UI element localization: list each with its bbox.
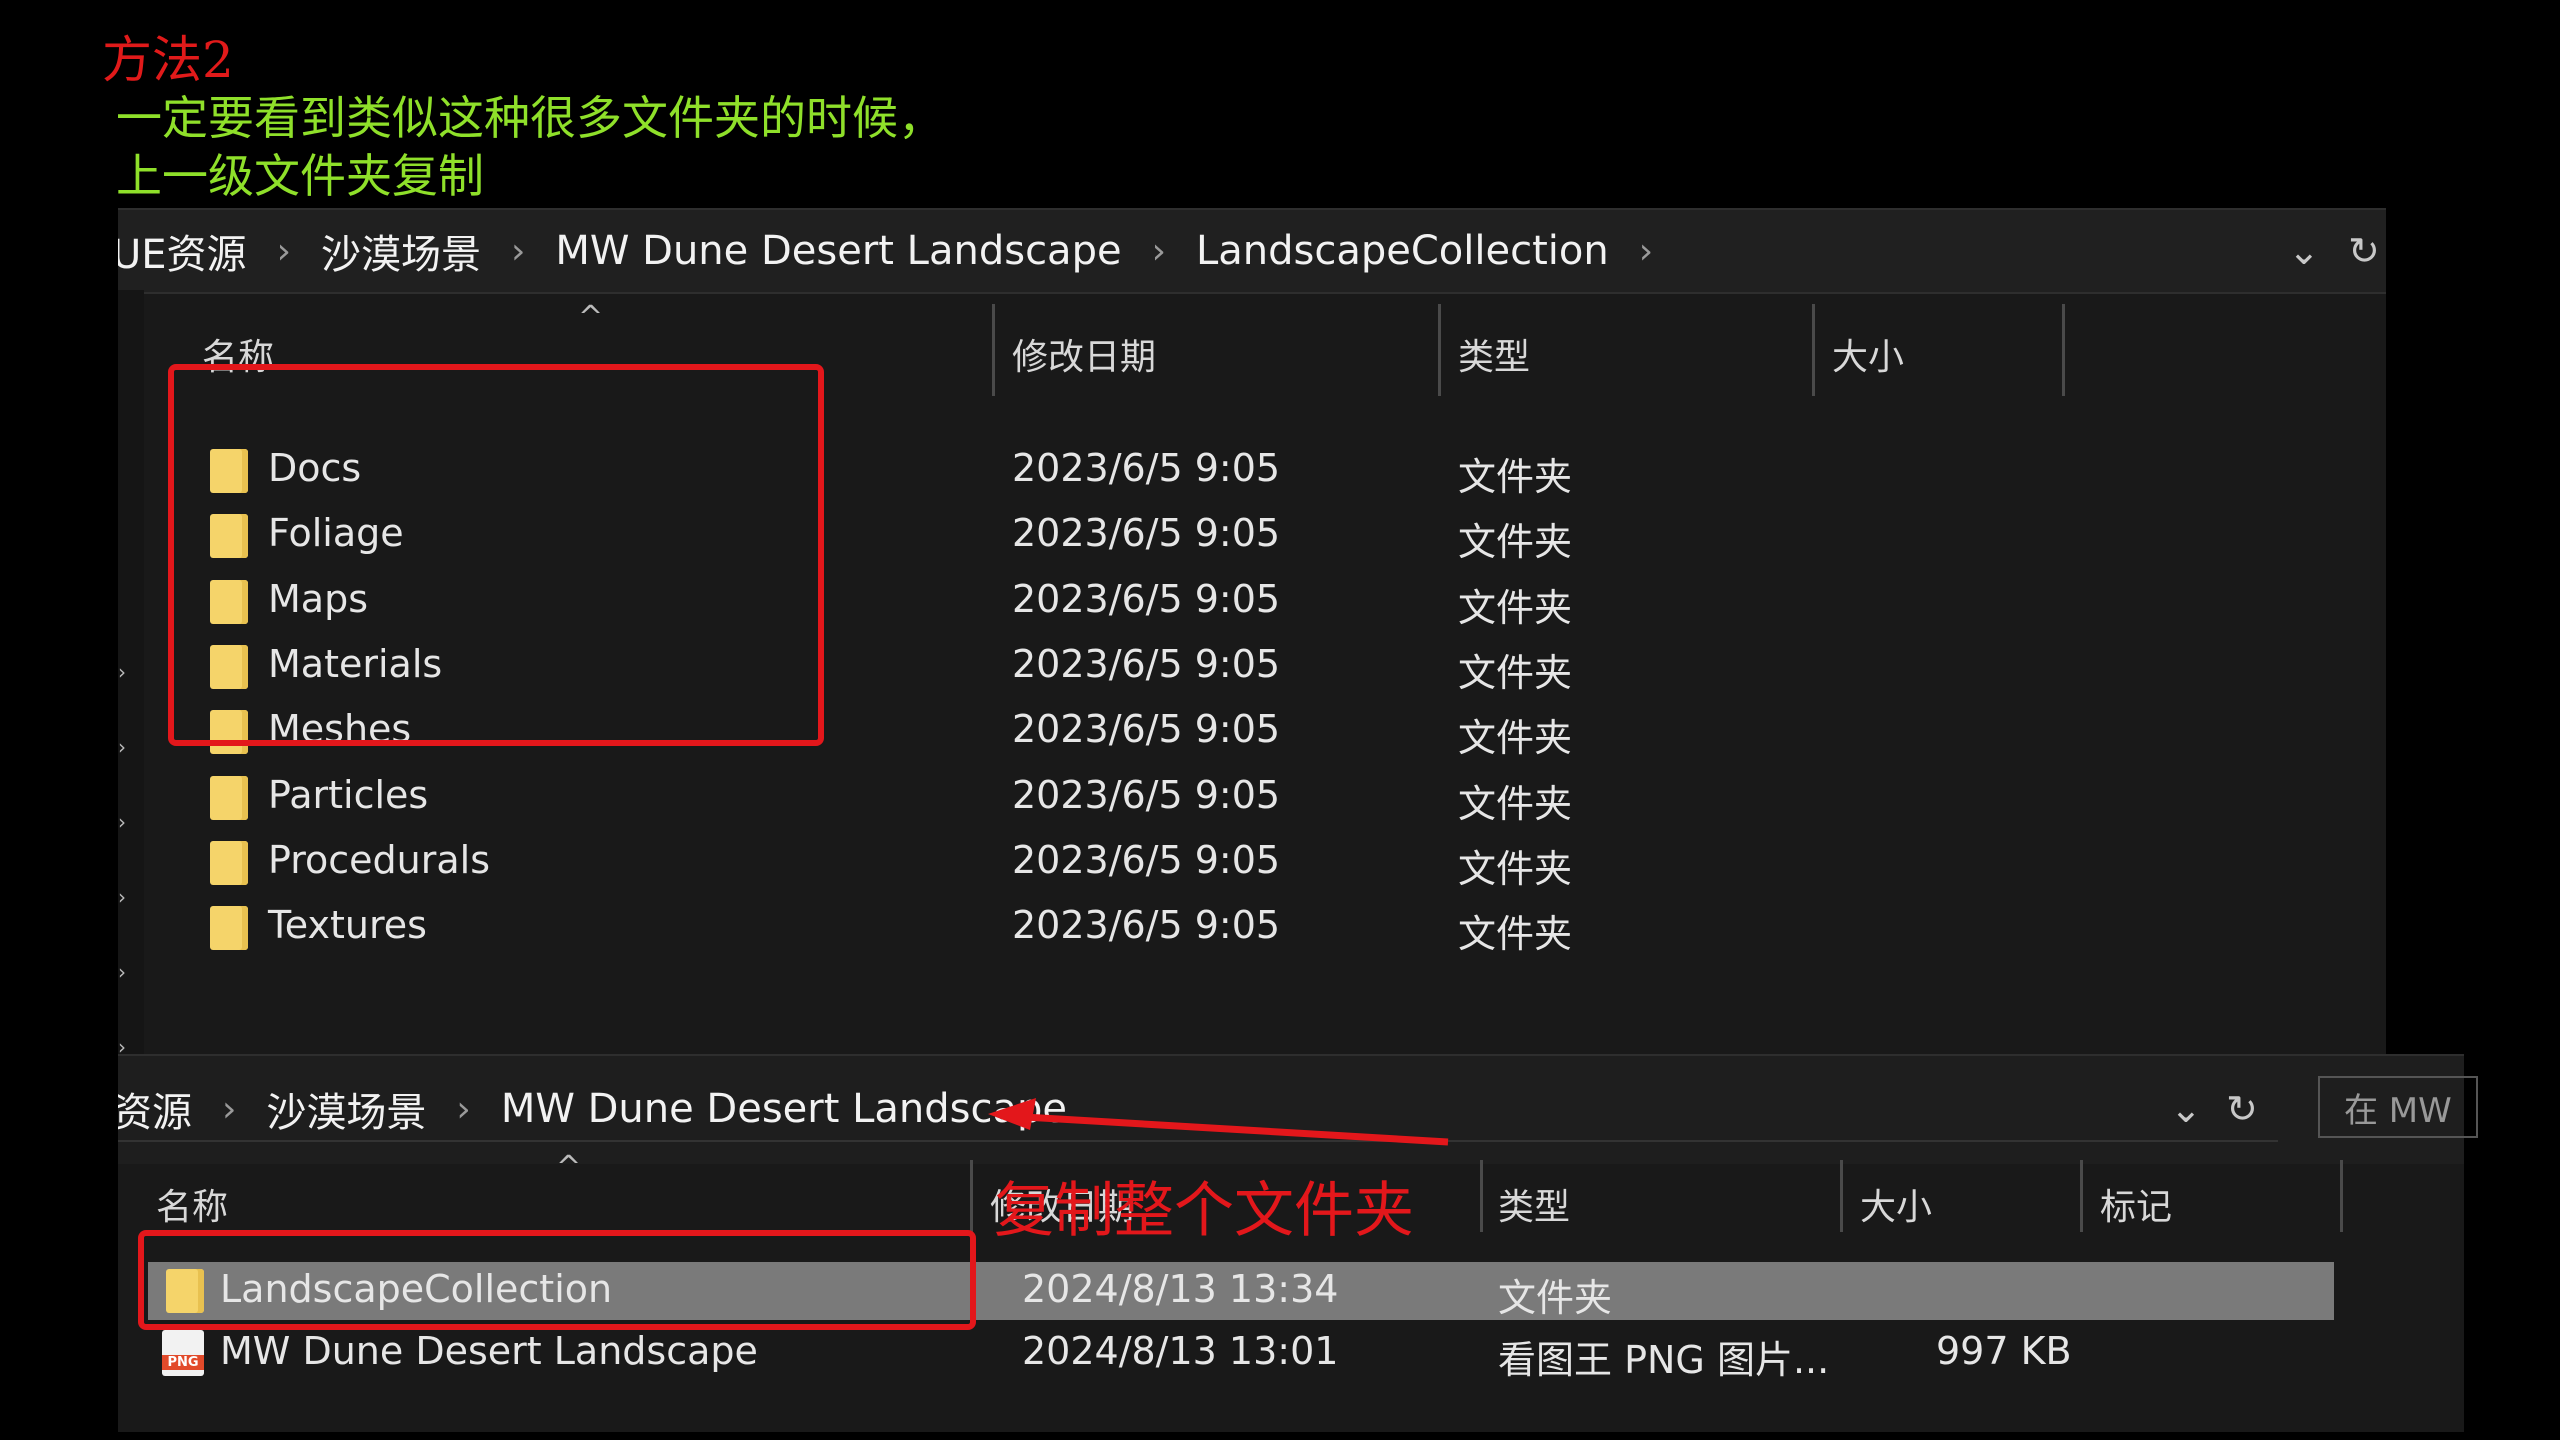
breadcrumb-landscape-collection[interactable]: LandscapeCollection: [1196, 228, 1609, 274]
file-date: 2023/6/5 9:05: [1012, 511, 1281, 555]
breadcrumb-ue-resources[interactable]: UE资源: [118, 222, 247, 280]
chevron-down-icon[interactable]: ⌄: [2288, 210, 2320, 292]
file-name[interactable]: Procedurals: [268, 838, 490, 882]
column-divider[interactable]: [1840, 1160, 1843, 1232]
file-date: 2024/8/13 13:34: [1022, 1267, 1339, 1311]
column-header-tag[interactable]: 标记: [2100, 1178, 2172, 1230]
file-type: 文件夹: [1458, 716, 1573, 760]
sort-up-icon: ^: [556, 1150, 582, 1185]
column-header-name[interactable]: 名称: [156, 1178, 228, 1230]
highlight-box: [168, 364, 824, 746]
expand-arrow-icon[interactable]: ›: [118, 885, 126, 909]
folder-icon: [210, 776, 248, 820]
file-type: 文件夹: [1458, 651, 1573, 695]
caption-line-1: 一定要看到类似这种很多文件夹的时候，: [116, 91, 944, 145]
table-row[interactable]: PNG MW Dune Desert Landscape 2024/8/13 1…: [118, 1324, 2464, 1382]
refresh-icon[interactable]: ↻: [2348, 210, 2380, 292]
file-type: 文件夹: [1498, 1276, 1613, 1320]
explorer-window-top: UE资源 › 沙漠场景 › MW Dune Desert Landscape ›…: [118, 208, 2386, 1060]
breadcrumb-separator-icon: ›: [456, 1088, 471, 1130]
column-divider[interactable]: [2062, 304, 2065, 396]
file-name[interactable]: Textures: [268, 903, 427, 947]
explorer-window-bottom: 资源 › 沙漠场景 › MW Dune Desert Landscape ⌄ ↻…: [118, 1054, 2478, 1432]
breadcrumb-mw-dune[interactable]: MW Dune Desert Landscape: [555, 228, 1121, 274]
table-row[interactable]: Procedurals 2023/6/5 9:05 文件夹: [148, 834, 2348, 892]
annotation-copy-folder: 复制整个文件夹: [994, 1176, 1414, 1246]
column-divider[interactable]: [992, 304, 995, 396]
breadcrumb-separator-icon: ›: [1151, 230, 1166, 272]
file-size: 997 KB: [1936, 1329, 2072, 1373]
column-header-type[interactable]: 类型: [1498, 1178, 1570, 1230]
column-divider[interactable]: [1480, 1160, 1483, 1232]
search-placeholder: 在 MW: [2344, 1090, 2452, 1131]
breadcrumb-desert-scene[interactable]: 沙漠场景: [321, 222, 481, 280]
file-type: 看图王 PNG 图片...: [1498, 1338, 1830, 1382]
file-date: 2023/6/5 9:05: [1012, 838, 1281, 882]
folder-icon: [210, 906, 248, 950]
column-divider[interactable]: [970, 1160, 973, 1232]
file-date: 2023/6/5 9:05: [1012, 446, 1281, 490]
breadcrumb-separator-icon: ›: [1638, 230, 1654, 272]
file-name[interactable]: Particles: [268, 773, 428, 817]
expand-arrow-icon[interactable]: ›: [118, 735, 126, 759]
breadcrumb-separator-icon: ›: [276, 230, 291, 272]
sort-up-icon: ^: [578, 300, 604, 335]
breadcrumb-resources[interactable]: 资源: [118, 1080, 192, 1138]
file-type: 文件夹: [1458, 847, 1573, 891]
address-bar[interactable]: UE资源 › 沙漠场景 › MW Dune Desert Landscape ›…: [118, 208, 2386, 294]
breadcrumb-separator-icon: ›: [222, 1088, 237, 1130]
refresh-icon[interactable]: ↻: [2226, 1078, 2258, 1140]
column-header-size[interactable]: 大小: [1832, 328, 1904, 380]
expand-arrow-icon[interactable]: ›: [118, 960, 126, 984]
folder-icon: [210, 841, 248, 885]
caption-line-2: 上一级文件夹复制: [116, 149, 484, 203]
png-file-icon: PNG: [162, 1330, 204, 1376]
column-divider[interactable]: [2340, 1160, 2343, 1232]
file-type: 文件夹: [1458, 782, 1573, 826]
column-header-type[interactable]: 类型: [1458, 328, 1530, 380]
file-type: 文件夹: [1458, 520, 1573, 564]
file-date: 2023/6/5 9:05: [1012, 903, 1281, 947]
file-type: 文件夹: [1458, 912, 1573, 956]
table-row[interactable]: Particles 2023/6/5 9:05 文件夹: [148, 769, 2348, 827]
png-badge: PNG: [162, 1355, 204, 1370]
navigation-pane-edge[interactable]: › › › › › ›: [118, 290, 144, 1060]
file-name[interactable]: MW Dune Desert Landscape: [220, 1329, 758, 1373]
column-divider[interactable]: [1438, 304, 1441, 396]
expand-arrow-icon[interactable]: ›: [118, 810, 126, 834]
file-type: 文件夹: [1458, 455, 1573, 499]
expand-arrow-icon[interactable]: ›: [118, 660, 126, 684]
file-date: 2023/6/5 9:05: [1012, 642, 1281, 686]
file-type: 文件夹: [1458, 586, 1573, 630]
column-divider[interactable]: [1812, 304, 1815, 396]
breadcrumb-desert-scene[interactable]: 沙漠场景: [266, 1080, 426, 1138]
search-input[interactable]: 在 MW: [2318, 1076, 2478, 1138]
table-row[interactable]: Textures 2023/6/5 9:05 文件夹: [148, 899, 2348, 957]
file-date: 2023/6/5 9:05: [1012, 773, 1281, 817]
column-divider[interactable]: [2080, 1160, 2083, 1232]
highlight-box: [138, 1230, 976, 1330]
file-date: 2023/6/5 9:05: [1012, 577, 1281, 621]
file-date: 2024/8/13 13:01: [1022, 1329, 1339, 1373]
file-date: 2023/6/5 9:05: [1012, 707, 1281, 751]
column-header-date[interactable]: 修改日期: [1012, 328, 1156, 380]
chevron-down-icon[interactable]: ⌄: [2170, 1078, 2202, 1140]
arrow-annotation-icon: [988, 1098, 1449, 1146]
column-header-size[interactable]: 大小: [1860, 1178, 1932, 1230]
breadcrumb-separator-icon: ›: [510, 230, 526, 272]
